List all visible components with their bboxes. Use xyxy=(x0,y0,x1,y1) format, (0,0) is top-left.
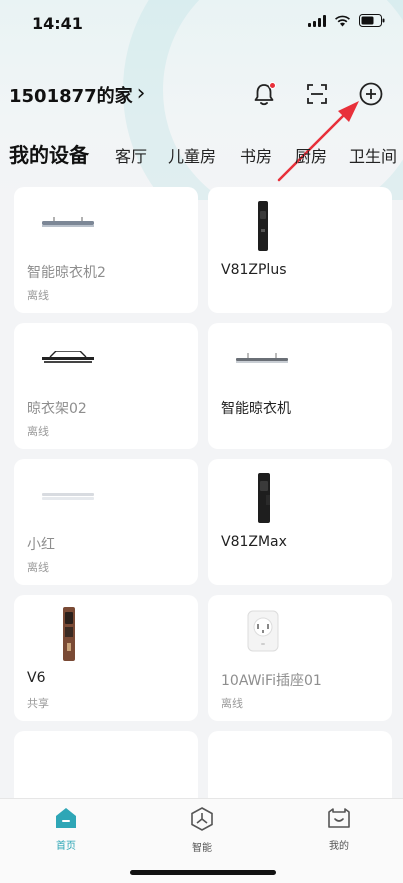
device-status: 离线 xyxy=(27,561,49,574)
clothes-rack-icon xyxy=(42,217,94,227)
home-name: 1501877的家 xyxy=(9,86,133,107)
device-status: 离线 xyxy=(27,425,49,438)
device-status: 共享 xyxy=(27,697,49,710)
tab-study[interactable]: 书房 xyxy=(240,143,272,167)
device-name: 小红 xyxy=(27,537,55,553)
status-bar: 14:41 xyxy=(0,0,403,48)
smart-lock-icon xyxy=(258,201,268,251)
device-card[interactable]: 智能晾衣机 xyxy=(208,323,392,449)
device-name: 晾衣架02 xyxy=(27,401,87,417)
clothes-rack-icon xyxy=(42,351,94,363)
device-status: 离线 xyxy=(27,289,49,302)
nav-home[interactable]: 首页 xyxy=(36,807,96,852)
device-card[interactable]: 晾衣架02 离线 xyxy=(14,323,198,449)
clothes-rack-icon xyxy=(236,353,288,363)
notification-button[interactable] xyxy=(250,80,278,108)
device-status: 离线 xyxy=(221,697,243,710)
device-card[interactable]: V81ZPlus xyxy=(208,187,392,313)
tab-kitchen[interactable]: 厨房 xyxy=(295,143,327,167)
status-time: 14:41 xyxy=(32,14,83,33)
device-card[interactable]: 小红 离线 xyxy=(14,459,198,585)
smart-lock-icon xyxy=(258,473,270,523)
notification-dot xyxy=(269,82,276,89)
device-card[interactable]: 智能晾衣机2 离线 xyxy=(14,187,198,313)
tab-bathroom[interactable]: 卫生间 xyxy=(349,143,397,167)
device-card[interactable]: 10AWiFi插座01 离线 xyxy=(208,595,392,721)
tab-kids-room[interactable]: 儿童房 xyxy=(168,143,216,167)
device-name: 10AWiFi插座01 xyxy=(221,673,322,689)
home-indicator xyxy=(130,870,276,875)
socket-icon xyxy=(247,610,279,652)
nav-label: 首页 xyxy=(56,841,76,852)
nav-mine[interactable]: 我的 xyxy=(309,807,369,852)
home-selector[interactable]: 1501877的家 › xyxy=(9,81,146,108)
chevron-right-icon: › xyxy=(136,81,146,106)
nav-smart[interactable]: 智能 xyxy=(172,807,232,854)
smart-lock-icon xyxy=(63,607,75,661)
status-icons xyxy=(308,14,385,27)
home-icon xyxy=(56,808,76,828)
clothes-rack-icon xyxy=(42,493,94,500)
profile-icon xyxy=(328,808,350,828)
device-name: 智能晾衣机 xyxy=(221,401,291,417)
tab-my-devices[interactable]: 我的设备 xyxy=(9,139,89,168)
device-name: V81ZMax xyxy=(221,534,287,550)
device-card[interactable]: V81ZMax xyxy=(208,459,392,585)
tab-living-room[interactable]: 客厅 xyxy=(115,143,147,167)
device-card[interactable]: V6 共享 xyxy=(14,595,198,721)
room-tabs: 我的设备 客厅 儿童房 书房 厨房 卫生间 xyxy=(0,137,403,169)
wifi-icon xyxy=(334,15,351,27)
smart-hex-icon xyxy=(191,807,213,831)
device-name: V81ZPlus xyxy=(221,262,287,278)
nav-label: 我的 xyxy=(329,841,349,852)
device-name: 智能晾衣机2 xyxy=(27,265,106,281)
nav-label: 智能 xyxy=(192,843,212,854)
device-name: V6 xyxy=(27,670,46,686)
cellular-signal-icon xyxy=(308,14,326,27)
battery-icon xyxy=(359,14,385,27)
